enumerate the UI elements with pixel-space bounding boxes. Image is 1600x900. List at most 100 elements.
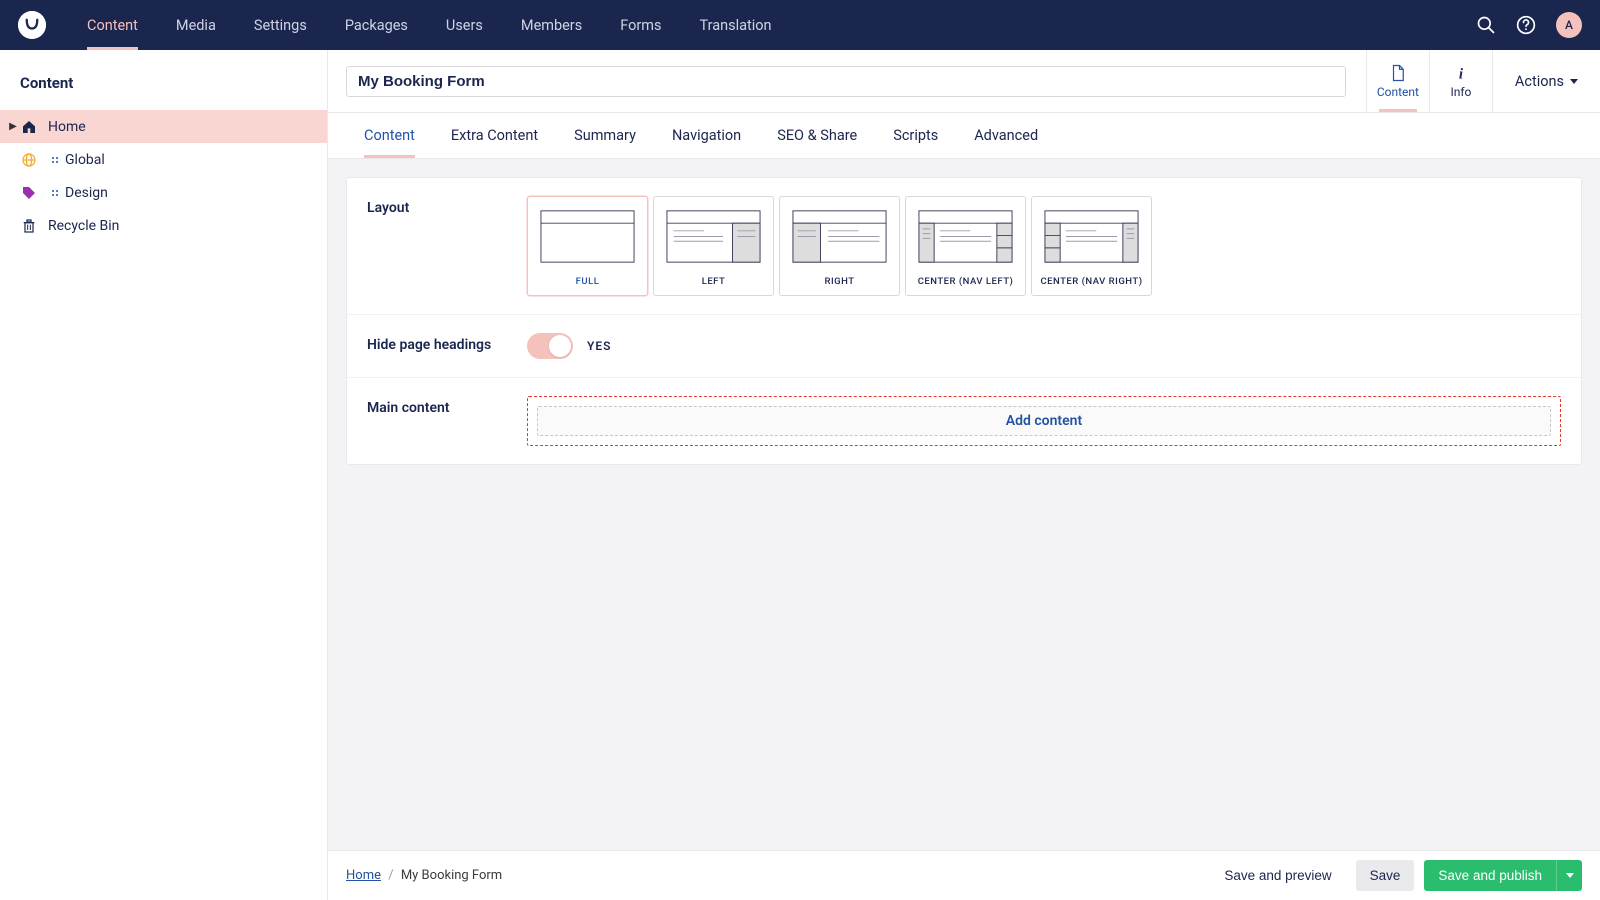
sidebar-title: Content xyxy=(0,50,327,110)
nav-label: Settings xyxy=(254,17,307,34)
panel-scroll: Layout FULL xyxy=(328,159,1600,850)
toggle-state-label: YES xyxy=(587,339,611,353)
layout-caption: LEFT xyxy=(654,270,773,295)
sidebar: Content ▶ Home Global Design xyxy=(0,50,328,900)
layout-option-left[interactable]: LEFT xyxy=(653,196,774,296)
subtab-label: Advanced xyxy=(974,127,1038,144)
layout-preview-icon xyxy=(528,197,647,270)
tree-item-design[interactable]: Design xyxy=(0,176,327,209)
actions-menu[interactable]: Actions xyxy=(1493,50,1600,112)
button-label: Save xyxy=(1370,868,1401,883)
nav-label: Packages xyxy=(345,17,408,34)
nav-translation[interactable]: Translation xyxy=(680,0,790,50)
prop-row-layout: Layout FULL xyxy=(347,178,1581,315)
layout-caption: CENTER (NAV RIGHT) xyxy=(1032,270,1151,295)
publish-dropdown-button[interactable] xyxy=(1556,860,1582,891)
layout-preview-icon xyxy=(1032,197,1151,270)
publish-button-group: Save and publish xyxy=(1424,860,1582,891)
toggle-wrap: YES xyxy=(527,333,1561,359)
app-logo[interactable] xyxy=(18,11,46,39)
subtab-label: SEO & Share xyxy=(777,127,857,144)
layout-option-full[interactable]: FULL xyxy=(527,196,648,296)
subtab-summary[interactable]: Summary xyxy=(556,113,654,158)
breadcrumb-home-link[interactable]: Home xyxy=(346,868,381,883)
app-body: Content ▶ Home Global Design xyxy=(0,50,1600,900)
layout-caption: FULL xyxy=(528,270,647,295)
help-icon xyxy=(1516,15,1536,35)
prop-row-hide-headings: Hide page headings YES xyxy=(347,315,1581,378)
search-button[interactable] xyxy=(1466,0,1506,50)
layout-option-right[interactable]: RIGHT xyxy=(779,196,900,296)
layout-option-center-nav-right[interactable]: CENTER (NAV RIGHT) xyxy=(1031,196,1152,296)
layout-option-center-nav-left[interactable]: CENTER (NAV LEFT) xyxy=(905,196,1026,296)
toggle-knob xyxy=(549,335,571,357)
page-title-input[interactable] xyxy=(346,66,1346,97)
app-tab-info[interactable]: i Info xyxy=(1430,50,1493,112)
prop-label: Main content xyxy=(367,396,527,446)
button-label: Save and publish xyxy=(1438,868,1542,883)
subtab-content[interactable]: Content xyxy=(346,113,433,158)
svg-text:i: i xyxy=(1459,66,1464,82)
nav-label: Translation xyxy=(699,17,771,34)
subtab-label: Extra Content xyxy=(451,127,538,144)
tree-item-global[interactable]: Global xyxy=(0,143,327,176)
help-button[interactable] xyxy=(1506,0,1546,50)
properties-panel: Layout FULL xyxy=(346,177,1582,465)
app-tab-content[interactable]: Content xyxy=(1367,50,1430,112)
save-and-preview-button[interactable]: Save and preview xyxy=(1210,860,1345,891)
app-tab-label: Info xyxy=(1450,85,1471,99)
user-avatar[interactable]: A xyxy=(1556,12,1582,38)
add-content-button[interactable]: Add content xyxy=(537,406,1551,436)
subtab-extra-content[interactable]: Extra Content xyxy=(433,113,556,158)
layout-options: FULL LEFT xyxy=(527,196,1561,296)
tree-item-recycle-bin[interactable]: Recycle Bin xyxy=(0,209,327,242)
tree-label: Recycle Bin xyxy=(48,218,319,234)
editor-footer: Home / My Booking Form Save and preview … xyxy=(328,850,1600,900)
editor-pane: Content i Info Actions Content Extra Con… xyxy=(328,50,1600,900)
subtab-advanced[interactable]: Advanced xyxy=(956,113,1056,158)
layout-caption: RIGHT xyxy=(780,270,899,295)
top-nav: Content Media Settings Packages Users Me… xyxy=(0,0,1600,50)
subtab-scripts[interactable]: Scripts xyxy=(875,113,956,158)
nav-members[interactable]: Members xyxy=(502,0,601,50)
nav-label: Media xyxy=(176,17,216,34)
save-button[interactable]: Save xyxy=(1356,860,1415,891)
main-content-dropzone: Add content xyxy=(527,396,1561,446)
layout-caption: CENTER (NAV LEFT) xyxy=(906,270,1025,295)
editor-subtabs: Content Extra Content Summary Navigation… xyxy=(328,113,1600,159)
subtab-navigation[interactable]: Navigation xyxy=(654,113,759,158)
prop-row-main-content: Main content Add content xyxy=(347,378,1581,464)
umbraco-logo-icon xyxy=(18,11,46,39)
tree-label: Home xyxy=(48,119,319,135)
trash-icon xyxy=(20,217,38,235)
chevron-down-icon xyxy=(1570,79,1578,84)
subtab-label: Content xyxy=(364,127,415,144)
nav-users[interactable]: Users xyxy=(427,0,502,50)
nav-content[interactable]: Content xyxy=(68,0,157,50)
prop-label: Hide page headings xyxy=(367,333,527,359)
nav-packages[interactable]: Packages xyxy=(326,0,427,50)
search-icon xyxy=(1476,15,1496,35)
tree-caret-icon[interactable]: ▶ xyxy=(8,121,18,132)
nav-label: Members xyxy=(521,17,582,34)
breadcrumb-current: My Booking Form xyxy=(401,868,502,883)
chevron-down-icon xyxy=(1566,873,1574,878)
nav-settings[interactable]: Settings xyxy=(235,0,326,50)
save-and-publish-button[interactable]: Save and publish xyxy=(1424,860,1556,891)
subtab-label: Summary xyxy=(574,127,636,144)
tree-item-home[interactable]: ▶ Home xyxy=(0,110,327,143)
layout-preview-icon xyxy=(780,197,899,270)
globe-icon xyxy=(20,151,38,169)
avatar-initial: A xyxy=(1565,18,1573,32)
subtab-seo-share[interactable]: SEO & Share xyxy=(759,113,875,158)
file-icon xyxy=(1389,64,1407,82)
tree-dots-icon xyxy=(51,185,59,201)
hide-headings-toggle[interactable] xyxy=(527,333,573,359)
breadcrumb-separator: / xyxy=(388,868,393,883)
nav-forms[interactable]: Forms xyxy=(601,0,680,50)
nav-label: Users xyxy=(446,17,483,34)
tree-label: Global xyxy=(65,152,319,168)
actions-label: Actions xyxy=(1515,73,1564,90)
nav-media[interactable]: Media xyxy=(157,0,235,50)
tag-icon xyxy=(20,184,38,202)
